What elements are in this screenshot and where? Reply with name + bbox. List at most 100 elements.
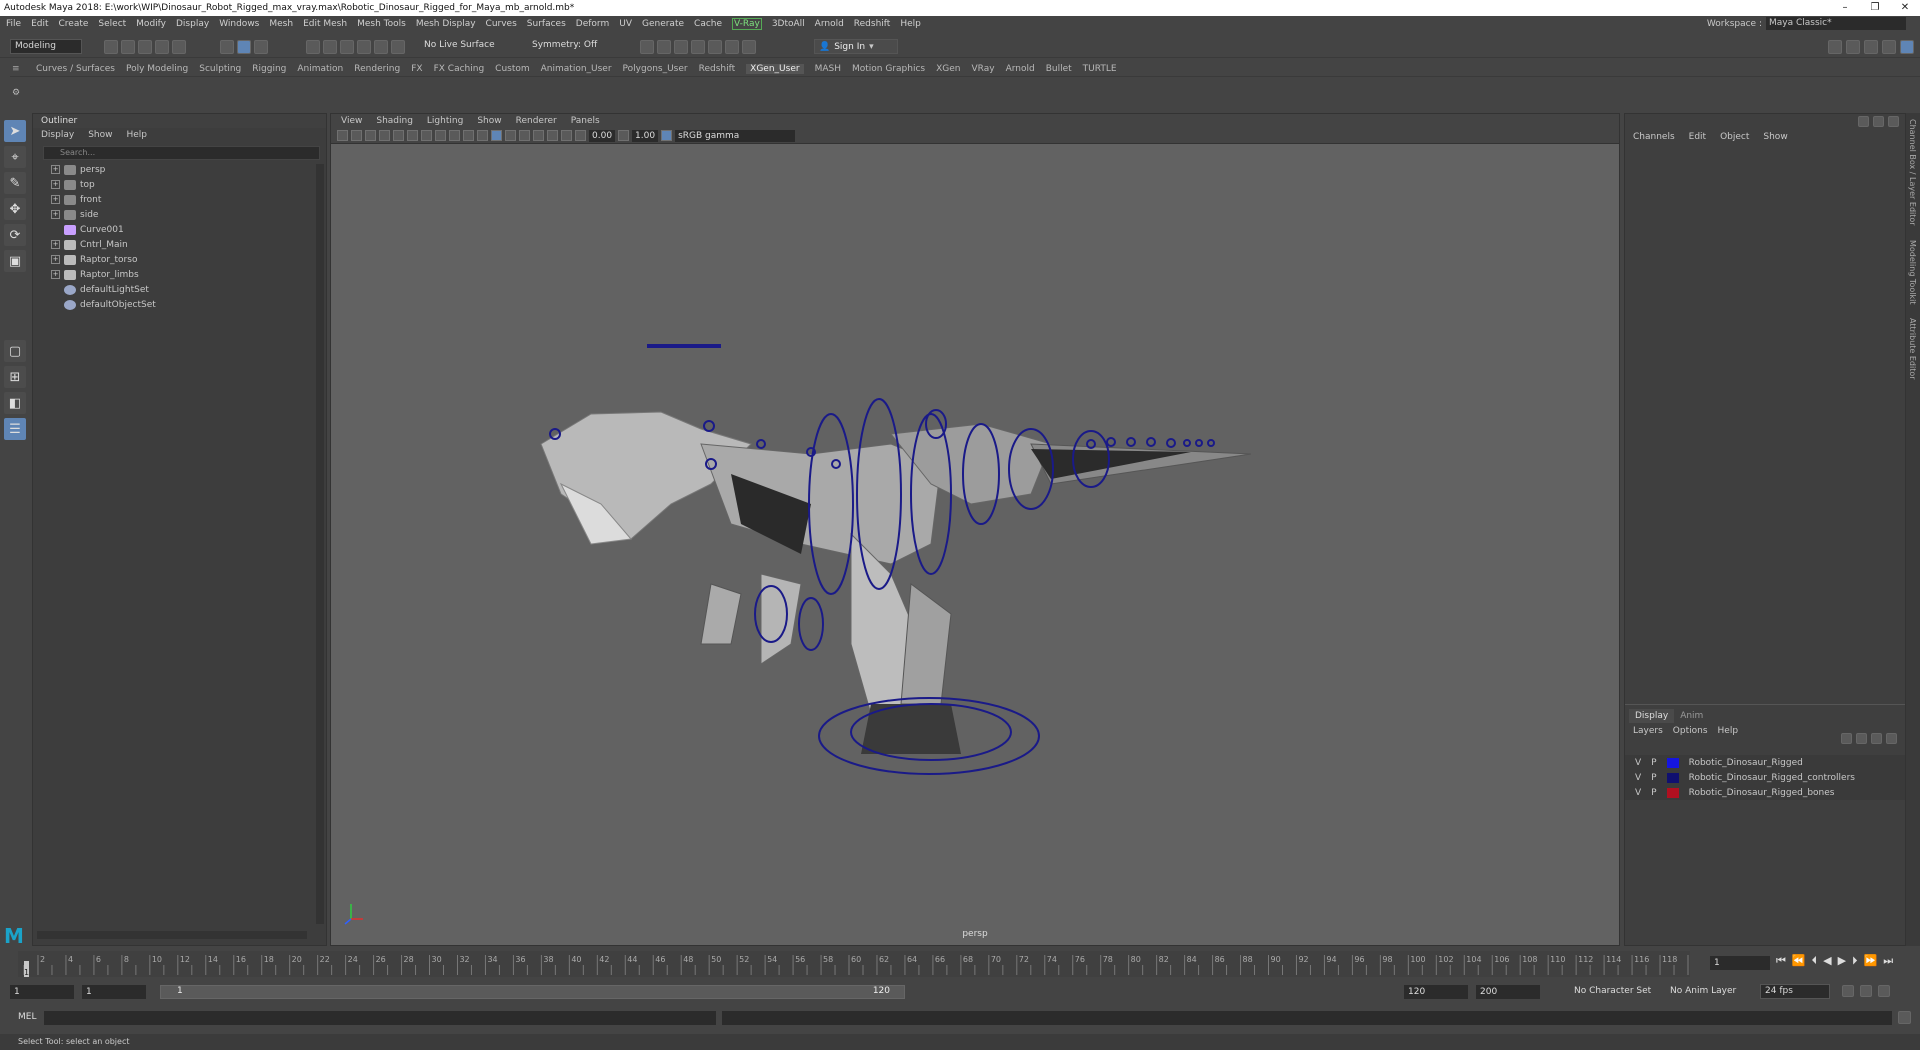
outliner-item[interactable]: + top [33, 177, 326, 192]
layer-color-swatch[interactable] [1666, 772, 1679, 783]
isolate-icon[interactable] [561, 130, 572, 141]
menu-3dtoall[interactable]: 3DtoAll [772, 19, 805, 29]
shelf-tab-custom[interactable]: Custom [495, 64, 529, 74]
shelf-tab-xgen-user[interactable]: XGen_User [746, 64, 804, 74]
shelf-tab-mash[interactable]: MASH [815, 64, 841, 74]
persp-outliner-layout-icon[interactable]: ◧ [4, 392, 26, 414]
select-component-icon[interactable] [254, 40, 268, 54]
live-surface-field[interactable]: No Live Surface [424, 40, 495, 50]
toggle-modeling-toolkit-icon[interactable] [1828, 40, 1842, 54]
outliner-menu-display[interactable]: Display [41, 128, 74, 142]
menu-edit[interactable]: Edit [31, 19, 48, 29]
symmetry-dropdown[interactable]: Symmetry: Off [532, 40, 597, 50]
restore-icon[interactable]: ❐ [1860, 0, 1890, 16]
layer-menu-help[interactable]: Help [1718, 726, 1739, 736]
outliner-item[interactable]: Curve001 [33, 222, 326, 237]
select-object-icon[interactable] [237, 40, 251, 54]
lighting-icon[interactable] [519, 130, 530, 141]
time-slider[interactable]: 2 4 6 8 10 12 14 16 18 20 22 24 26 28 30 32 34 36 38 40 42 44… [18, 951, 1705, 977]
outliner-search[interactable]: Search... [43, 146, 320, 160]
playback-start-field[interactable]: 1 [82, 985, 146, 999]
shelf-tab-curves-surfaces[interactable]: Curves / Surfaces [36, 64, 115, 74]
step-forward-key-icon[interactable]: ⏩ [1864, 954, 1878, 968]
loop-icon[interactable] [1842, 985, 1854, 997]
viewport-menu-view[interactable]: View [341, 114, 362, 128]
single-perspective-layout-icon[interactable]: ▢ [4, 340, 26, 362]
menu-windows[interactable]: Windows [219, 19, 259, 29]
viewport-menu-panels[interactable]: Panels [571, 114, 600, 128]
expand-icon[interactable]: + [51, 240, 60, 249]
menu-uv[interactable]: UV [619, 19, 632, 29]
go-to-end-icon[interactable]: ⏭ [1883, 954, 1893, 968]
safe-action-icon[interactable] [463, 130, 474, 141]
menu-modify[interactable]: Modify [136, 19, 166, 29]
outliner-item[interactable]: defaultLightSet [33, 282, 326, 297]
menu-cache[interactable]: Cache [694, 19, 722, 29]
viewport-menu-renderer[interactable]: Renderer [516, 114, 557, 128]
side-tab-channel-box-layer-editor[interactable]: Channel Box / Layer Editor [1908, 119, 1917, 226]
shelf-tab-arnold[interactable]: Arnold [1006, 64, 1035, 74]
shelf-tab-redshift[interactable]: Redshift [699, 64, 736, 74]
gate-mask-icon[interactable] [435, 130, 446, 141]
snap-curve-icon[interactable] [323, 40, 337, 54]
shelf-tab-bullet[interactable]: Bullet [1046, 64, 1072, 74]
layer-tab-display[interactable]: Display [1629, 709, 1675, 723]
go-to-start-icon[interactable]: ⏮ [1776, 954, 1786, 968]
undo-icon[interactable] [155, 40, 169, 54]
channel-box-menu-channels[interactable]: Channels [1633, 128, 1675, 146]
rotate-tool-icon[interactable]: ⟳ [4, 224, 26, 246]
hypershade-icon[interactable] [708, 40, 722, 54]
channel-box-toggle-icon[interactable] [1858, 116, 1869, 127]
workspace-dropdown[interactable]: Maya Classic* [1766, 17, 1906, 30]
menu-help[interactable]: Help [900, 19, 921, 29]
outliner-item[interactable]: + persp [33, 162, 326, 177]
snap-grid-icon[interactable] [306, 40, 320, 54]
layer-playback-toggle[interactable]: P [1651, 773, 1656, 783]
shelf-tab-rigging[interactable]: Rigging [252, 64, 286, 74]
layer-playback-toggle[interactable]: P [1651, 788, 1656, 798]
outliner-h-scrollbar[interactable] [37, 931, 307, 939]
menu-v-ray[interactable]: V-Ray [732, 18, 762, 30]
shelf-tab-polygons-user[interactable]: Polygons_User [623, 64, 688, 74]
select-tool-icon[interactable]: ➤ [4, 120, 26, 142]
toggle-outliner-icon[interactable] [1900, 40, 1914, 54]
shelf-tab-turtle[interactable]: TURTLE [1083, 64, 1117, 74]
layer-row[interactable]: V P Robotic_Dinosaur_Rigged [1625, 755, 1905, 770]
menu-deform[interactable]: Deform [576, 19, 609, 29]
animation-start-field[interactable]: 1 [10, 985, 74, 999]
shelf-tab-motion-graphics[interactable]: Motion Graphics [852, 64, 925, 74]
layer-row[interactable]: V P Robotic_Dinosaur_Rigged_controllers [1625, 770, 1905, 785]
viewport-menu-lighting[interactable]: Lighting [427, 114, 463, 128]
expand-icon[interactable]: + [51, 195, 60, 204]
outliner-menu-help[interactable]: Help [126, 128, 147, 142]
scale-tool-icon[interactable]: ▣ [4, 250, 26, 272]
layer-visibility-toggle[interactable]: V [1635, 773, 1641, 783]
viewport-menu-shading[interactable]: Shading [376, 114, 413, 128]
layer-playback-toggle[interactable]: P [1651, 758, 1656, 768]
toggle-attribute-editor-icon[interactable] [1846, 40, 1860, 54]
film-gate-icon[interactable] [407, 130, 418, 141]
gamma-field[interactable]: 1.00 [632, 129, 659, 142]
play-forwards-icon[interactable]: ▶ [1838, 954, 1846, 968]
new-layer-from-selection-icon[interactable] [1886, 733, 1897, 744]
field-chart-icon[interactable] [449, 130, 460, 141]
arnold-render-icon[interactable] [725, 40, 739, 54]
toggle-tool-settings-icon[interactable] [1864, 40, 1878, 54]
layer-row[interactable]: V P Robotic_Dinosaur_Rigged_bones [1625, 785, 1905, 800]
step-back-key-icon[interactable]: ⏪ [1792, 954, 1806, 968]
animation-end-field[interactable]: 200 [1476, 985, 1540, 999]
shadows-icon[interactable] [533, 130, 544, 141]
channel-box-menu-show[interactable]: Show [1763, 128, 1787, 146]
move-tool-icon[interactable]: ✥ [4, 198, 26, 220]
shelf-tab-animation-user[interactable]: Animation_User [541, 64, 612, 74]
attribute-editor-toggle-icon[interactable] [1888, 116, 1899, 127]
menu-mesh[interactable]: Mesh [269, 19, 293, 29]
snap-surface-icon[interactable] [374, 40, 388, 54]
shelf-tab-rendering[interactable]: Rendering [354, 64, 400, 74]
menu-mesh-display[interactable]: Mesh Display [416, 19, 476, 29]
sign-in-button[interactable]: 👤 Sign In ▾ [814, 39, 898, 54]
shelf-tab-xgen[interactable]: XGen [936, 64, 960, 74]
range-slider[interactable]: 1 120 [160, 985, 905, 999]
view-transform-dropdown[interactable]: sRGB gamma [675, 129, 796, 142]
shelf-tab-poly-modeling[interactable]: Poly Modeling [126, 64, 188, 74]
